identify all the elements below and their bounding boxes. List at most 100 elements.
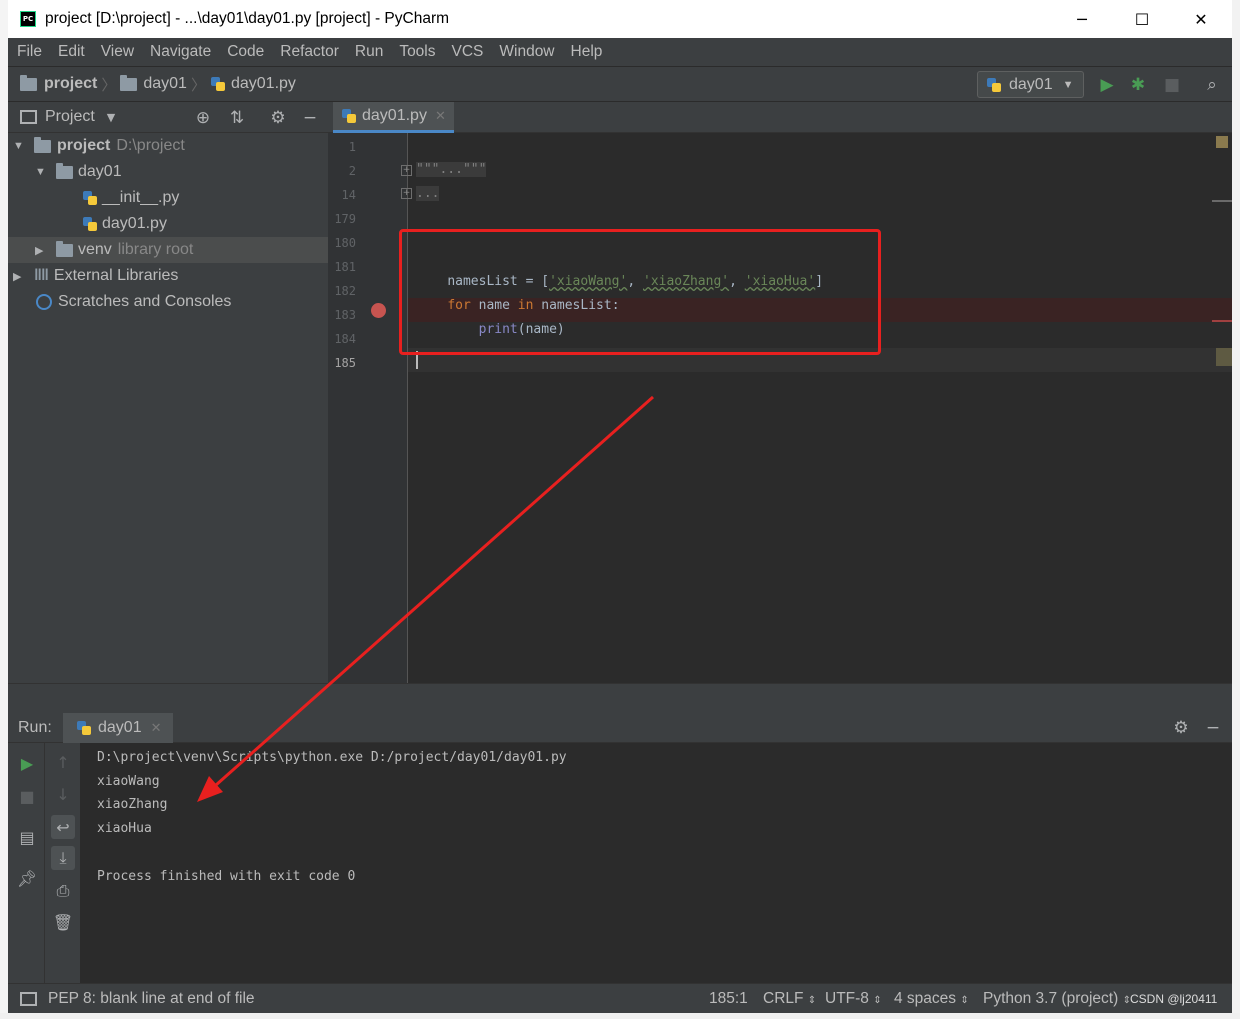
python-file-icon [210, 76, 226, 92]
menu-tools[interactable]: Tools [399, 43, 435, 61]
menu-view[interactable]: View [101, 43, 134, 61]
scrollbar-thumb[interactable] [1216, 348, 1232, 366]
folded-code[interactable]: ... [416, 186, 440, 201]
interpreter-selector[interactable]: Python 3.7 (project) ⇕ [983, 990, 1131, 1008]
trash-icon[interactable]: 🗑︎ [51, 910, 75, 934]
breadcrumb-file[interactable]: day01.py [210, 75, 296, 93]
menu-navigate[interactable]: Navigate [150, 43, 211, 61]
encoding-selector[interactable]: UTF-8 ⇕ [825, 990, 882, 1008]
folder-icon [20, 74, 37, 91]
menu-code[interactable]: Code [227, 43, 264, 61]
minimize-button[interactable]: ─ [1053, 0, 1111, 38]
console-line: xiaoWang [97, 774, 160, 789]
expand-arrow-icon[interactable]: ▼ [35, 166, 47, 178]
python-icon [986, 77, 1002, 93]
line-number: 2 [348, 164, 356, 178]
status-message[interactable]: PEP 8: blank line at end of file [48, 990, 255, 1008]
window-titlebar: PC project [D:\project] - ...\day01\day0… [8, 0, 1232, 38]
chevron-down-icon: ▼ [1062, 78, 1074, 91]
up-arrow-icon[interactable]: ↑ [51, 750, 75, 774]
project-panel-title[interactable]: Project [45, 108, 95, 126]
down-arrow-icon[interactable]: ↓ [51, 782, 75, 806]
stop-icon[interactable]: ■ [1161, 74, 1183, 96]
menu-run[interactable]: Run [355, 43, 383, 61]
run-toolbar-primary: ▶ ■ ▤ 📌︎ [8, 743, 44, 983]
indent-selector[interactable]: 4 spaces ⇕ [894, 990, 969, 1008]
breadcrumb-project[interactable]: project [20, 74, 97, 93]
tree-item-day01[interactable]: ▼ day01 [8, 159, 328, 185]
menu-vcs[interactable]: VCS [452, 43, 484, 61]
debug-icon[interactable]: ✱ [1127, 74, 1149, 96]
tree-item-project-root[interactable]: ▼ project D:\project [8, 133, 328, 159]
project-panel-header: Project ▼ ⊕ ⇅ ⚙ − [8, 102, 328, 133]
collapse-all-icon[interactable]: ⇅ [226, 107, 248, 129]
gear-icon[interactable]: ⚙ [1170, 717, 1192, 739]
project-tool-window: Project ▼ ⊕ ⇅ ⚙ − ▼ project D:\project ▼… [8, 102, 328, 683]
pin-icon[interactable]: 📌︎ [15, 866, 39, 890]
console-line: xiaoHua [97, 821, 152, 836]
line-number: 179 [334, 212, 356, 226]
close-tab-icon[interactable]: ✕ [151, 720, 162, 736]
tree-item-init-py[interactable]: __init__.py [8, 185, 328, 211]
pycharm-app-icon: PC [20, 11, 36, 27]
collapse-arrow-icon[interactable]: ▶ [35, 244, 47, 257]
python-file-icon [82, 216, 98, 232]
fold-expand-icon[interactable]: + [401, 188, 412, 199]
project-view-icon [20, 110, 37, 124]
tree-item-external-libraries[interactable]: ▶ ‖‖ External Libraries [8, 263, 328, 289]
collapse-arrow-icon[interactable]: ▶ [13, 270, 25, 283]
tree-item-venv[interactable]: ▶ venv library root [8, 237, 328, 263]
breadcrumb-separator: 〉 [101, 75, 117, 94]
python-icon [76, 720, 92, 736]
maximize-button[interactable]: ☐ [1113, 0, 1171, 38]
python-file-icon [82, 190, 98, 206]
gear-icon[interactable]: ⚙ [267, 107, 289, 129]
breadcrumb-day01[interactable]: day01 [120, 74, 187, 93]
print-icon[interactable]: ⎙ [51, 879, 75, 903]
desktop-edge-right [1232, 0, 1240, 1019]
breakpoint-icon[interactable] [371, 303, 386, 318]
console-line: Process finished with exit code 0 [97, 869, 356, 884]
run-panel-header: Run: day01 ✕ ⚙ − [8, 713, 1232, 743]
soft-wrap-icon[interactable]: ↩ [51, 815, 75, 839]
fold-expand-icon[interactable]: + [401, 165, 412, 176]
hide-icon[interactable]: − [299, 107, 321, 129]
tree-item-day01-py[interactable]: day01.py [8, 211, 328, 237]
search-icon[interactable]: ⌕ [1201, 74, 1223, 96]
console-line: D:\project\venv\Scripts\python.exe D:/pr… [97, 750, 567, 765]
library-icon: ‖‖ [34, 267, 49, 284]
line-separator-selector[interactable]: CRLF ⇕ [763, 990, 816, 1008]
menu-refactor[interactable]: Refactor [280, 43, 339, 61]
locate-icon[interactable]: ⊕ [192, 107, 214, 129]
close-tab-icon[interactable]: ✕ [435, 108, 446, 124]
tool-windows-toggle-icon[interactable] [20, 992, 37, 1006]
folder-icon [56, 240, 73, 257]
run-tab-day01[interactable]: day01 ✕ [63, 713, 173, 743]
inspection-indicator-icon[interactable] [1216, 136, 1228, 148]
close-button[interactable]: ✕ [1172, 0, 1230, 38]
run-config-dropdown[interactable]: day01 ▼ [977, 71, 1084, 98]
menu-window[interactable]: Window [499, 43, 554, 61]
run-icon[interactable]: ▶ [1096, 74, 1118, 96]
line-number: 183 [334, 308, 356, 322]
menu-file[interactable]: File [17, 43, 42, 61]
gutter-divider [407, 133, 408, 683]
expand-arrow-icon[interactable]: ▼ [13, 140, 25, 152]
menu-help[interactable]: Help [571, 43, 603, 61]
scroll-to-end-icon[interactable]: ⤓ [51, 846, 75, 870]
stop-icon[interactable]: ■ [15, 784, 39, 808]
tab-day01-py[interactable]: day01.py ✕ [333, 102, 454, 133]
tree-item-scratches[interactable]: Scratches and Consoles [8, 289, 328, 315]
line-number: 181 [334, 260, 356, 274]
cursor-position[interactable]: 185:1 [709, 990, 748, 1008]
window-title: project [D:\project] - ...\day01\day01.p… [45, 10, 450, 27]
layout-icon[interactable]: ▤ [15, 825, 39, 849]
chevron-down-icon[interactable]: ▼ [107, 111, 115, 124]
hide-icon[interactable]: − [1202, 717, 1224, 739]
rerun-icon[interactable]: ▶ [15, 751, 39, 775]
run-tool-window: Run: day01 ✕ ⚙ − ▶ ■ ▤ 📌︎ ↑ ↓ ↩ ⤓ ⎙ 🗑︎ D… [8, 713, 1232, 983]
menu-edit[interactable]: Edit [58, 43, 85, 61]
tool-window-separator [8, 683, 1232, 713]
folded-docstring[interactable]: """...""" [416, 162, 487, 177]
line-number: 1 [348, 140, 356, 154]
